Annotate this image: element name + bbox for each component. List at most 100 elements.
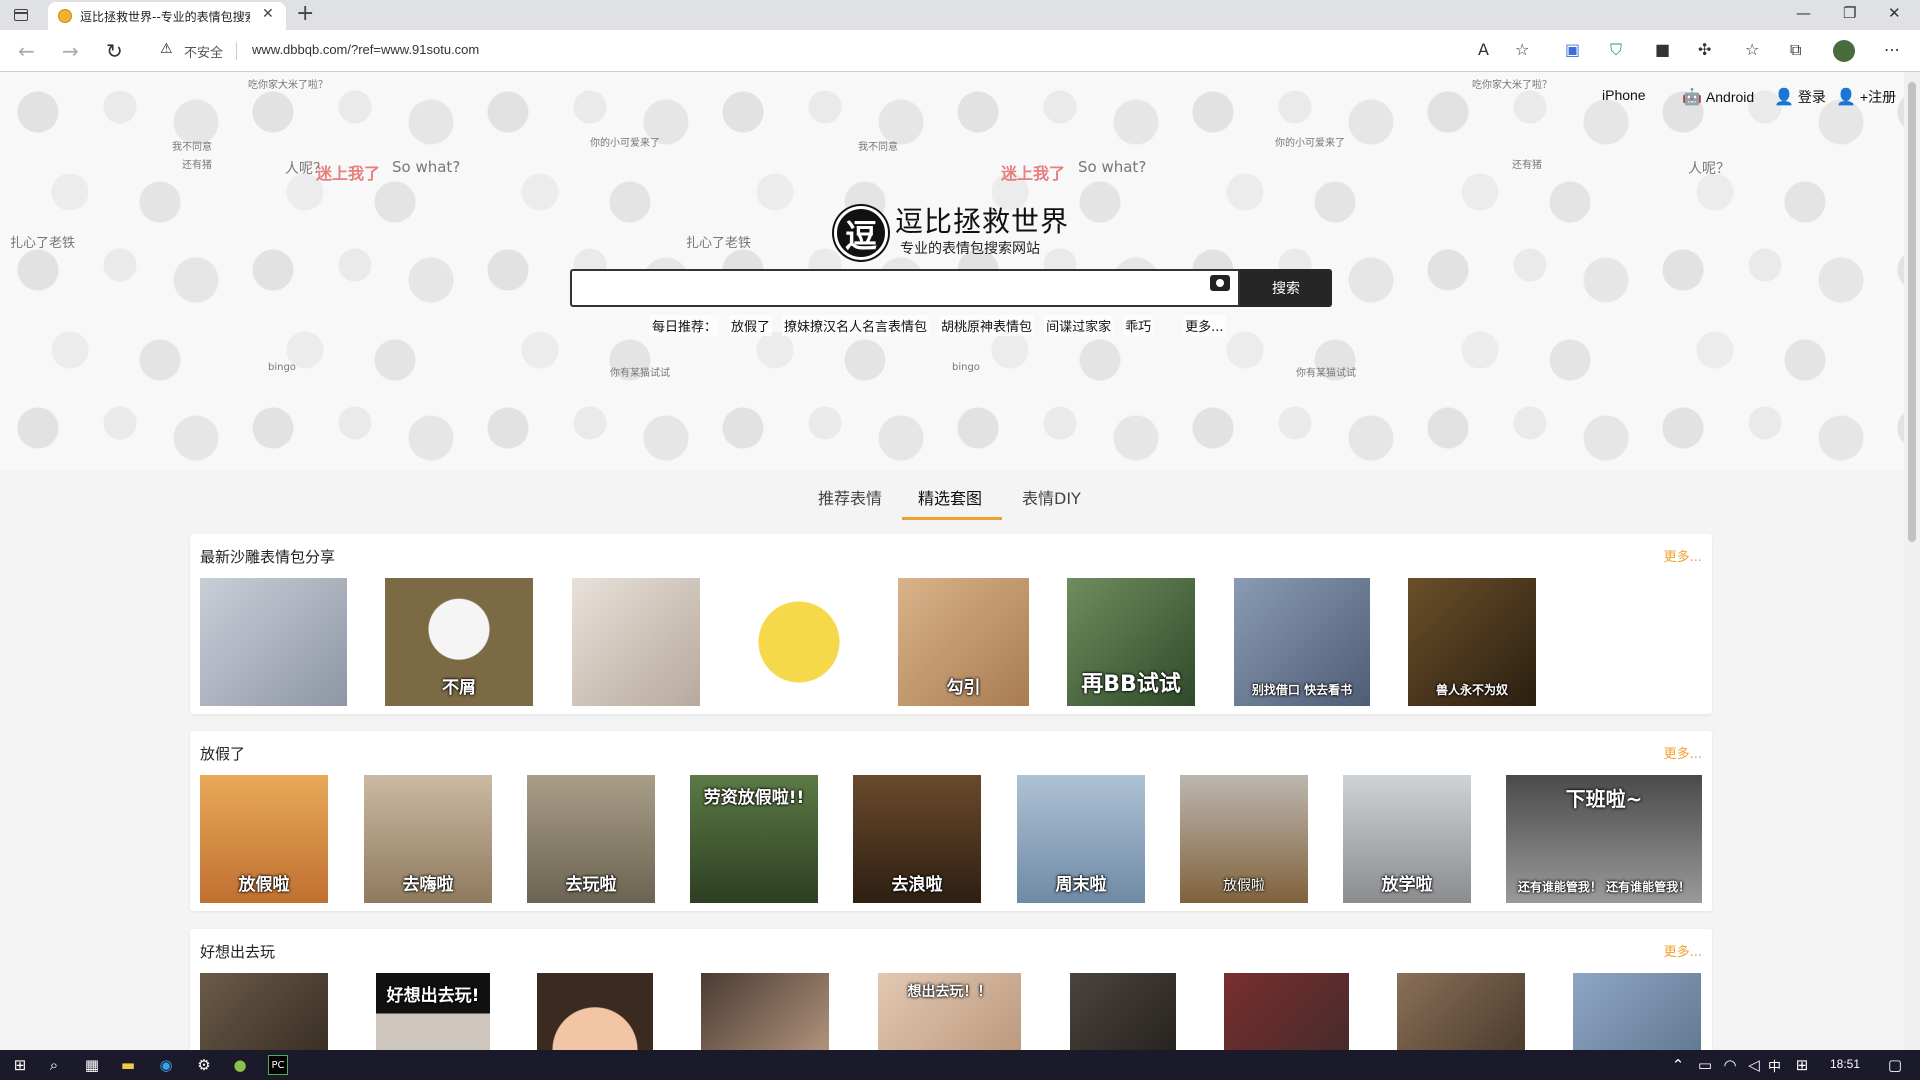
tab-diy[interactable]: 表情DIY	[1022, 485, 1081, 509]
browser-tab[interactable]: 逗比拯救世界--专业的表情包搜索 ✕	[48, 2, 286, 30]
chevron-up-icon[interactable]: ⌃	[1668, 1055, 1688, 1075]
banner-sticker-text: 迷上我了	[1001, 164, 1066, 183]
search-input[interactable]	[570, 269, 1240, 307]
volume-icon[interactable]: ◁	[1744, 1055, 1764, 1075]
favorite-add-icon[interactable]: ☆	[1515, 40, 1529, 59]
banner-sticker-text: 还有猪	[182, 160, 212, 171]
settings-gear-icon[interactable]: ⚙	[194, 1055, 214, 1075]
favorites-icon[interactable]: ☆	[1745, 40, 1759, 59]
meme-thumbnail[interactable]: 去玩啦	[527, 775, 655, 903]
section-more-link[interactable]: 更多...	[1664, 743, 1702, 762]
meme-thumbnail[interactable]: 勾引	[898, 578, 1029, 706]
keyboard-layout-icon[interactable]: ⊞	[1792, 1055, 1812, 1075]
meme-thumbnail[interactable]	[1397, 973, 1525, 1050]
banner-sticker-text: 我不同意	[172, 142, 212, 153]
security-label[interactable]: 不安全	[184, 42, 223, 61]
meme-caption: 再BB试试	[1081, 672, 1181, 697]
meme-thumbnail[interactable]	[738, 578, 860, 706]
search-button[interactable]: 搜索	[1240, 269, 1332, 307]
meme-thumbnail[interactable]	[1573, 973, 1701, 1050]
iphone-link[interactable]: iPhone	[1598, 87, 1646, 103]
page-scrollbar[interactable]	[1904, 72, 1920, 1050]
meme-thumbnail[interactable]: 劳资放假啦!!	[690, 775, 818, 903]
daily-item[interactable]: 乖巧	[1123, 314, 1154, 336]
meme-thumbnail[interactable]: 周末啦	[1017, 775, 1145, 903]
forward-icon[interactable]: →	[62, 39, 79, 63]
address-bar[interactable]: www.dbbqb.com/?ref=www.91sotu.com	[252, 42, 479, 57]
banner-sticker-text: bingo	[952, 362, 980, 373]
back-icon[interactable]: ←	[18, 39, 35, 63]
extension-icon[interactable]: ■	[1655, 40, 1670, 59]
warning-icon[interactable]: ⚠	[160, 41, 173, 57]
meme-thumbnail[interactable]: 放学啦	[1343, 775, 1471, 903]
store-icon[interactable]: ▦	[82, 1055, 102, 1075]
daily-item[interactable]: 间谍过家家	[1044, 314, 1114, 336]
meme-thumbnail[interactable]: 去嗨啦	[364, 775, 492, 903]
battery-icon[interactable]: ▭	[1695, 1055, 1715, 1075]
meme-thumbnail[interactable]	[701, 973, 829, 1050]
clock[interactable]: 18:51	[1830, 1057, 1860, 1071]
edge-browser-icon[interactable]: ◉	[156, 1055, 176, 1075]
collections-icon[interactable]: ⧉	[1790, 40, 1801, 60]
meme-thumbnail[interactable]: 别找借口 快去看书	[1234, 578, 1370, 706]
meme-thumbnail[interactable]: 放假啦	[200, 775, 328, 903]
extensions-puzzle-icon[interactable]: ✣	[1698, 40, 1711, 59]
tab-actions-icon[interactable]	[14, 9, 28, 21]
more-menu-icon[interactable]: ⋯	[1884, 40, 1900, 59]
new-tab-icon[interactable]: +	[296, 2, 314, 26]
section-more-link[interactable]: 更多...	[1664, 546, 1702, 565]
daily-item[interactable]: 撩妹撩汉名人名言表情包	[782, 314, 930, 336]
meme-thumbnail[interactable]: 想出去玩！！	[878, 973, 1021, 1050]
tab-featured-sets[interactable]: 精选套图	[918, 485, 982, 509]
meme-caption: 好想出去玩!	[386, 986, 480, 1006]
file-explorer-icon[interactable]: ▬	[118, 1055, 138, 1075]
meme-thumbnail[interactable]	[200, 973, 328, 1050]
restore-icon[interactable]: ❐	[1843, 4, 1856, 22]
section-title: 好想出去玩	[200, 943, 276, 961]
wifi-icon[interactable]: ◠	[1720, 1055, 1740, 1075]
reload-icon[interactable]: ↻	[106, 39, 123, 63]
meme-thumbnail[interactable]: 再BB试试	[1067, 578, 1195, 706]
meme-thumbnail[interactable]: 不屑	[385, 578, 533, 706]
daily-item[interactable]: 胡桃原神表情包	[939, 314, 1035, 336]
banner-sticker-text: 你有某猫试试	[610, 368, 670, 379]
meme-thumbnail[interactable]	[1574, 578, 1702, 706]
meme-thumbnail[interactable]: 放假啦	[1180, 775, 1308, 903]
notification-icon[interactable]: ▢	[1885, 1055, 1905, 1075]
app-icon[interactable]: ●	[230, 1055, 250, 1075]
meme-thumbnail[interactable]	[572, 578, 700, 706]
site-subtitle: 专业的表情包搜索网站	[900, 241, 1040, 257]
shield-extension-icon[interactable]: ⛉	[1610, 40, 1622, 60]
daily-item[interactable]: 放假了	[729, 314, 773, 336]
meme-thumbnail[interactable]	[1224, 973, 1349, 1050]
meme-thumbnail[interactable]	[537, 973, 653, 1050]
meme-thumbnail[interactable]: 兽人永不为奴	[1408, 578, 1536, 706]
site-logo[interactable]: 逗	[834, 206, 888, 260]
tab-close-icon[interactable]: ✕	[262, 6, 274, 22]
meme-thumbnail[interactable]	[200, 578, 347, 706]
login-link[interactable]: 👤 登录	[1774, 87, 1826, 107]
input-method-indicator[interactable]: 中	[1768, 1056, 1781, 1075]
camera-icon[interactable]	[1210, 275, 1230, 291]
android-link[interactable]: 🤖 Android	[1682, 87, 1754, 107]
register-link[interactable]: 👤 +注册	[1836, 87, 1896, 107]
minimize-icon[interactable]: —	[1796, 4, 1811, 22]
daily-more-link[interactable]: 更多...	[1183, 314, 1226, 336]
banner-sticker-text: 我不同意	[858, 142, 898, 153]
meme-thumbnail[interactable]	[1070, 973, 1176, 1050]
read-aloud-icon[interactable]: A	[1478, 40, 1489, 59]
search-icon[interactable]: ⌕	[44, 1055, 64, 1075]
hero-banner: 迷上我了 迷上我了 So what? So what? 扎心了老铁 扎心了老铁 …	[0, 72, 1904, 470]
pycharm-icon[interactable]: PC	[268, 1055, 288, 1075]
scrollbar-thumb[interactable]	[1908, 82, 1916, 542]
profile-avatar[interactable]	[1833, 40, 1855, 62]
meme-thumbnail[interactable]: 去浪啦	[853, 775, 981, 903]
meme-thumbnail[interactable]: 下班啦~ 还有谁能管我！ 还有谁能管我！	[1506, 775, 1702, 903]
translate-icon[interactable]: ▣	[1565, 40, 1580, 59]
section-more-link[interactable]: 更多...	[1664, 941, 1702, 960]
meme-thumbnail[interactable]: 好想出去玩!	[376, 973, 490, 1050]
window-close-icon[interactable]: ✕	[1888, 4, 1901, 22]
tab-recommended[interactable]: 推荐表情	[818, 485, 882, 509]
meme-caption: 去浪啦	[891, 875, 943, 895]
windows-start-icon[interactable]: ⊞	[10, 1055, 30, 1075]
